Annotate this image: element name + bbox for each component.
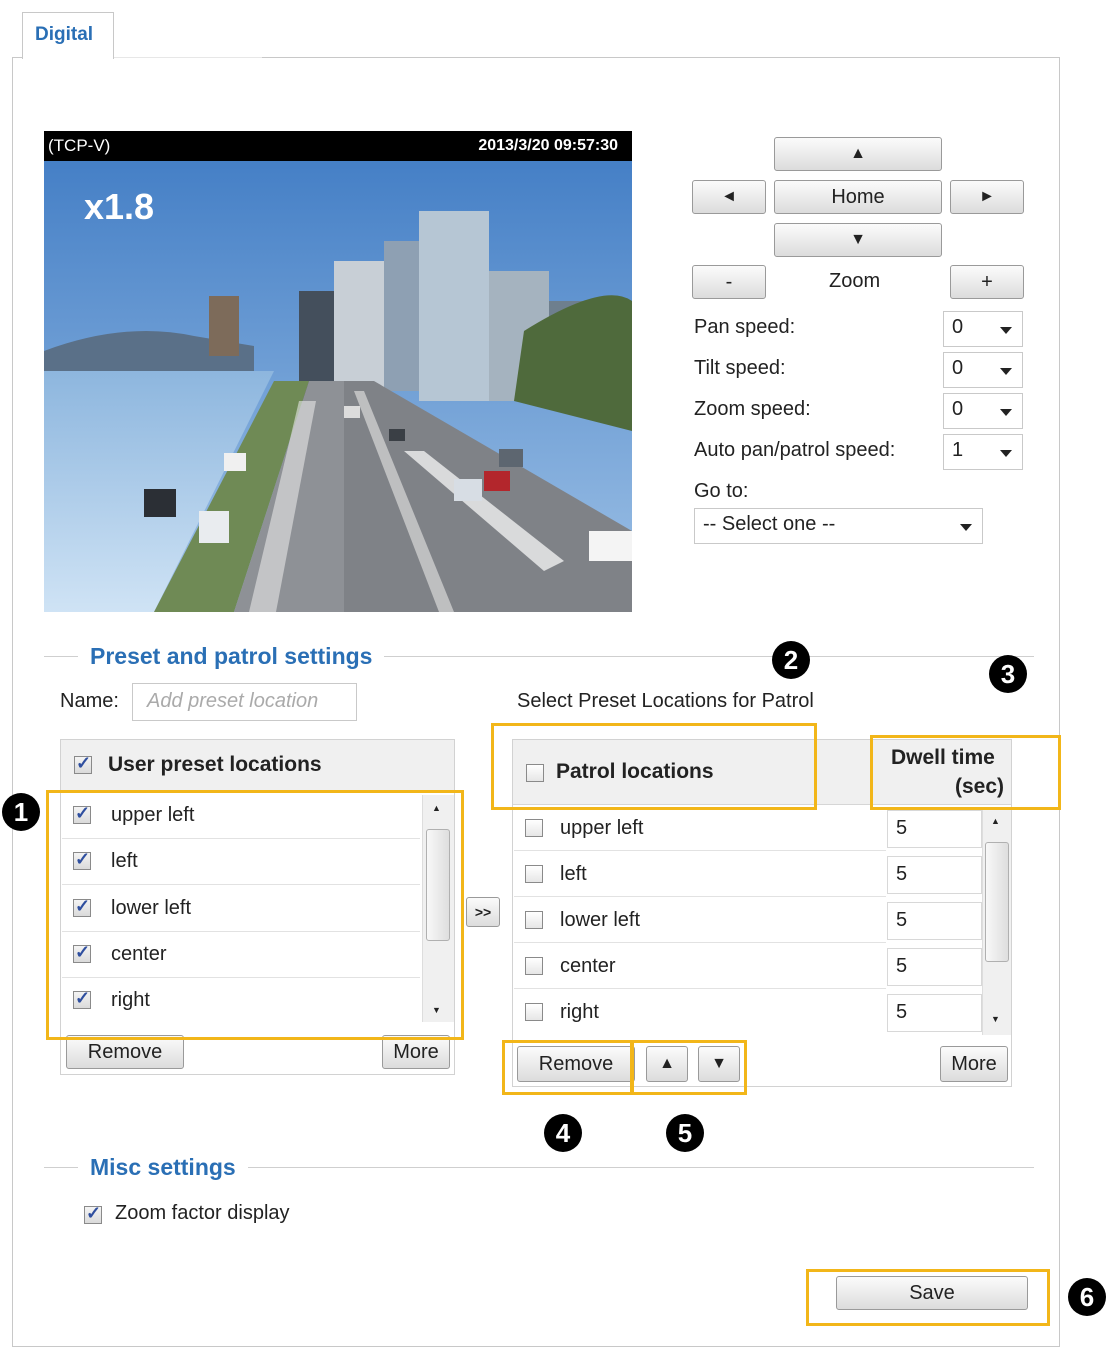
- callout-highlight-patrol-title: [491, 723, 817, 810]
- dwell-time-input[interactable]: 5: [887, 994, 982, 1032]
- stream-protocol: (TCP-V): [48, 136, 111, 155]
- scroll-thumb[interactable]: [985, 842, 1009, 962]
- dwell-time-value: 5: [896, 955, 908, 977]
- patrol-checkbox[interactable]: [525, 819, 543, 837]
- zoom-out-button[interactable]: -: [692, 265, 766, 299]
- tab-digital[interactable]: Digital: [22, 12, 114, 59]
- auto-speed-label: Auto pan/patrol speed:: [694, 439, 896, 461]
- zoom-speed-select[interactable]: 0: [943, 393, 1023, 429]
- video-timestamp: 2013/3/20 09:57:30: [478, 137, 618, 154]
- home-button[interactable]: Home: [774, 180, 942, 214]
- callout-highlight-reorder: [631, 1040, 747, 1095]
- more-user-presets-button[interactable]: More: [382, 1035, 450, 1069]
- callout-highlight-remove: [502, 1040, 633, 1095]
- tilt-up-button[interactable]: ▲: [774, 137, 942, 171]
- chevron-down-icon: [1000, 409, 1012, 416]
- chevron-down-icon: [1000, 368, 1012, 375]
- zoom-factor-display-label: Zoom factor display: [115, 1202, 290, 1224]
- callout-number-1: 1: [2, 793, 40, 831]
- scroll-up-icon: ▲: [991, 816, 1000, 826]
- tilt-speed-value: 0: [952, 357, 964, 379]
- dwell-time-input[interactable]: 5: [887, 856, 982, 894]
- row-divider: [514, 942, 886, 943]
- user-preset-title: User preset locations: [108, 753, 322, 776]
- callout-highlight-dwell-time: [870, 735, 1061, 810]
- tilt-speed-select[interactable]: 0: [943, 352, 1023, 388]
- more-patrol-button[interactable]: More: [940, 1046, 1008, 1082]
- auto-speed-value: 1: [952, 439, 964, 461]
- chevron-down-icon: [960, 524, 972, 531]
- add-to-patrol-button[interactable]: >>: [466, 897, 500, 927]
- tilt-down-button[interactable]: ▼: [774, 223, 942, 257]
- pan-right-button[interactable]: ►: [950, 180, 1024, 214]
- patrol-scrollbar[interactable]: ▲ ▼: [982, 808, 1011, 1035]
- patrol-location: lower left: [560, 909, 641, 931]
- video-info-bar: (TCP-V) 2013/3/20 09:57:30: [44, 131, 632, 161]
- row-divider: [514, 896, 886, 897]
- dwell-time-value: 5: [896, 1001, 908, 1023]
- zoom-speed-value: 0: [952, 398, 964, 420]
- pan-speed-select[interactable]: 0: [943, 311, 1023, 347]
- dwell-time-value: 5: [896, 909, 908, 931]
- user-preset-header: User preset locations: [61, 740, 454, 793]
- scroll-down-icon: ▼: [991, 1014, 1000, 1024]
- patrol-checkbox[interactable]: [525, 1003, 543, 1021]
- tab-digital-label: Digital: [35, 24, 94, 45]
- patrol-checkbox[interactable]: [525, 911, 543, 929]
- callout-number-3: 3: [989, 655, 1027, 693]
- preset-section-title: Preset and patrol settings: [78, 643, 385, 670]
- zoom-factor-display-checkbox[interactable]: [84, 1203, 102, 1224]
- goto-select[interactable]: -- Select one --: [694, 508, 983, 544]
- preset-name-placeholder: Add preset location: [147, 690, 319, 712]
- zoom-in-button[interactable]: +: [950, 265, 1024, 299]
- chevron-down-icon: [1000, 327, 1012, 334]
- dwell-time-value: 5: [896, 817, 908, 839]
- callout-highlight-save: [806, 1269, 1050, 1326]
- dwell-time-input[interactable]: 5: [887, 948, 982, 986]
- dwell-time-value: 5: [896, 863, 908, 885]
- goto-label: Go to:: [694, 480, 749, 502]
- callout-number-2: 2: [772, 641, 810, 679]
- dwell-time-input[interactable]: 5: [887, 810, 982, 848]
- select-all-user-presets-checkbox[interactable]: [74, 753, 92, 774]
- goto-value: -- Select one --: [703, 513, 836, 535]
- patrol-location: left: [560, 863, 587, 885]
- pan-left-button[interactable]: ◄: [692, 180, 766, 214]
- callout-highlight-user-list: [46, 790, 464, 1040]
- chevron-down-icon: [1000, 450, 1012, 457]
- zoom-label: Zoom: [829, 270, 881, 292]
- row-divider: [514, 850, 886, 851]
- pan-speed-value: 0: [952, 316, 964, 338]
- zoom-speed-label: Zoom speed:: [694, 398, 811, 420]
- callout-number-4: 4: [544, 1114, 582, 1152]
- pan-speed-label: Pan speed:: [694, 316, 796, 338]
- remove-user-preset-button[interactable]: Remove: [66, 1035, 184, 1069]
- preset-name-input[interactable]: Add preset location: [132, 683, 357, 721]
- tab-divider: [112, 57, 262, 58]
- auto-speed-select[interactable]: 1: [943, 434, 1023, 470]
- patrol-checkbox[interactable]: [525, 865, 543, 883]
- patrol-location: right: [560, 1001, 599, 1023]
- patrol-checkbox[interactable]: [525, 957, 543, 975]
- misc-section-title: Misc settings: [78, 1154, 248, 1181]
- row-divider: [514, 988, 886, 989]
- zoom-factor-overlay: x1.8: [84, 186, 155, 227]
- patrol-location: upper left: [560, 817, 644, 839]
- callout-number-5: 5: [666, 1114, 704, 1152]
- dwell-time-input[interactable]: 5: [887, 902, 982, 940]
- live-video: (TCP-V) 2013/3/20 09:57:30 x1.8: [44, 131, 632, 612]
- callout-number-6: 6: [1068, 1278, 1106, 1316]
- patrol-location: center: [560, 955, 616, 977]
- preset-name-label: Name:: [60, 690, 119, 712]
- tilt-speed-label: Tilt speed:: [694, 357, 786, 379]
- patrol-caption: Select Preset Locations for Patrol: [517, 690, 814, 712]
